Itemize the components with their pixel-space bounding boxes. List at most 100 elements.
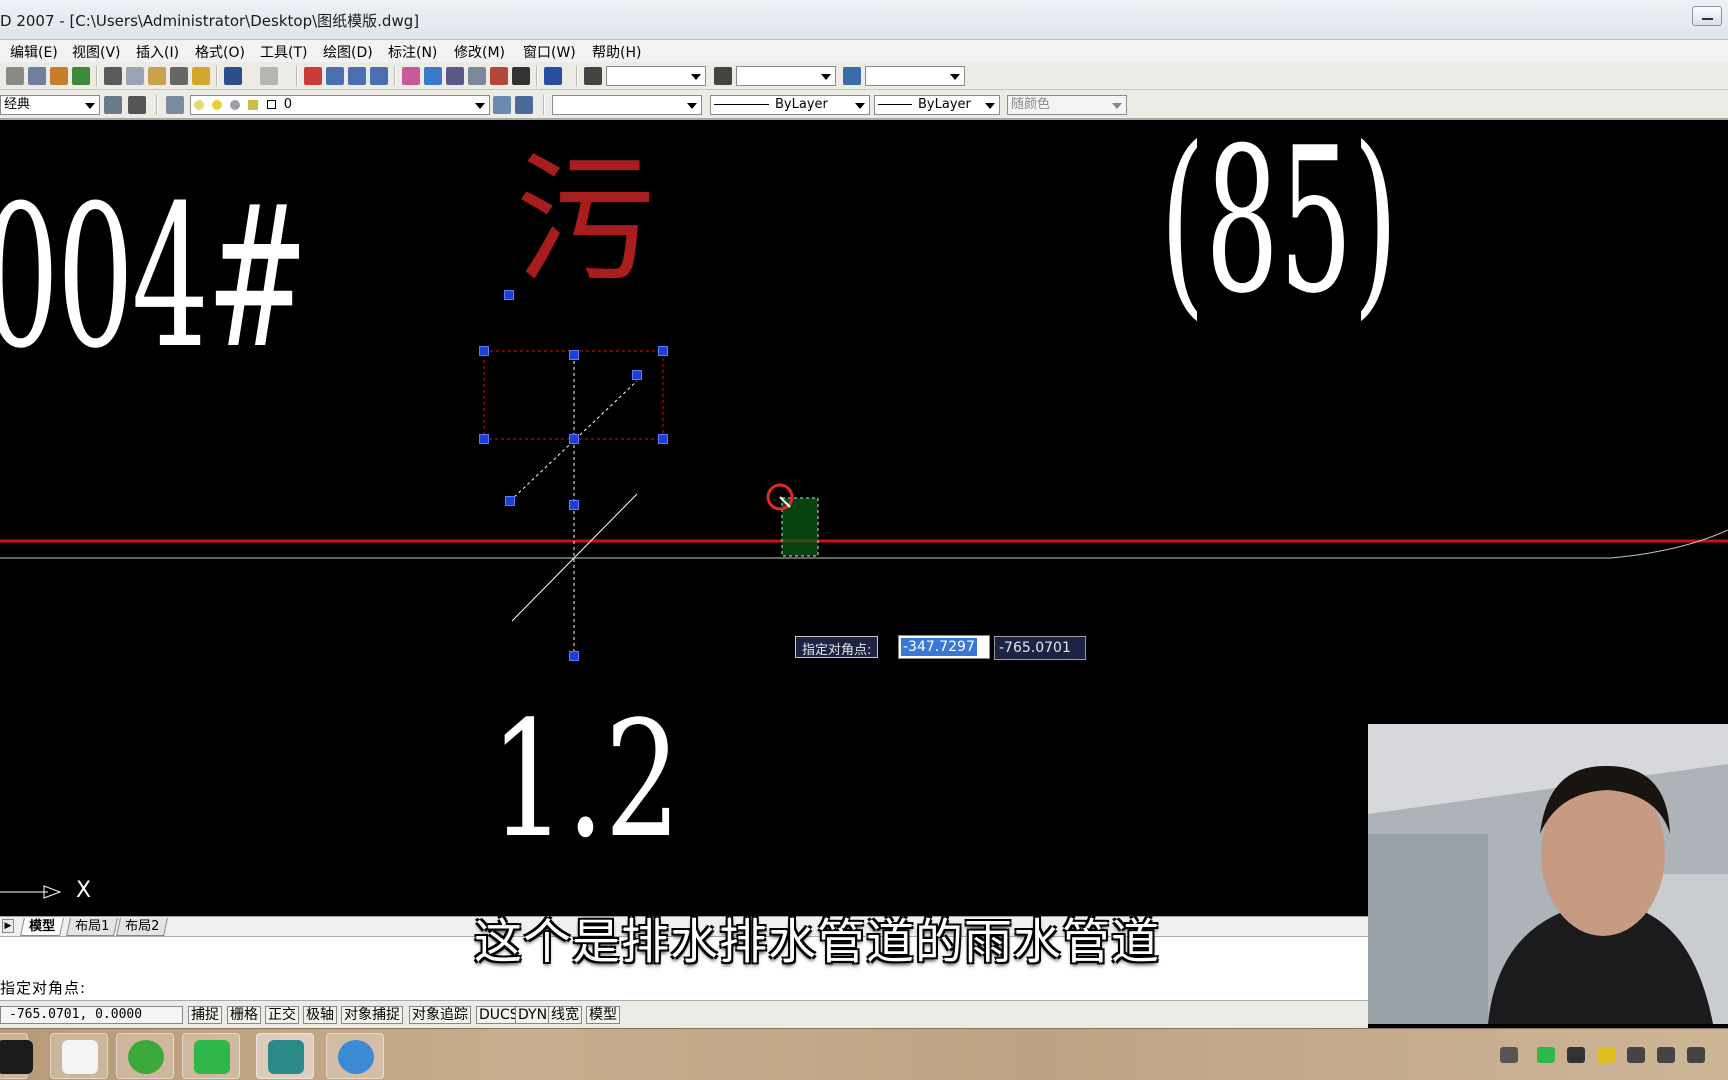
taskbar-browser-app[interactable] [326, 1033, 384, 1079]
taskbar-autocad[interactable] [256, 1033, 314, 1079]
menu-view[interactable]: 视图(V) [72, 42, 121, 62]
design-center-icon[interactable] [424, 67, 442, 85]
plotstyle-combo[interactable]: 随颜色 [1007, 95, 1127, 115]
calculator-icon[interactable] [512, 67, 530, 85]
help-icon[interactable] [544, 67, 562, 85]
zoom-previous-icon[interactable] [370, 67, 388, 85]
grip[interactable] [658, 346, 668, 356]
menu-insert[interactable]: 插入(I) [136, 42, 179, 62]
block-editor-icon[interactable] [192, 67, 210, 85]
match-properties-icon[interactable] [170, 67, 188, 85]
text-style-icon[interactable] [584, 67, 602, 85]
network-tray-icon[interactable] [1657, 1047, 1675, 1063]
usb-tray-icon[interactable] [1627, 1047, 1645, 1063]
sheet-set-icon[interactable] [468, 67, 486, 85]
grid-toggle[interactable]: 栅格 [227, 1006, 261, 1024]
layer-manager-icon[interactable] [166, 96, 184, 114]
menu-window[interactable]: 窗口(W) [523, 42, 576, 62]
menu-dimension[interactable]: 标注(N) [388, 42, 437, 62]
app-tray-icon[interactable] [1597, 1047, 1615, 1063]
dynamic-input-x[interactable]: -347.7297 [898, 635, 990, 659]
window-title: D 2007 - [C:\Users\Administrator\Desktop… [0, 12, 420, 30]
save-workspace-icon[interactable] [128, 96, 146, 114]
cut-icon[interactable] [104, 67, 122, 85]
menu-format[interactable]: 格式(O) [195, 42, 245, 62]
menu-edit[interactable]: 编辑(E) [10, 42, 58, 62]
zoom-realtime-icon[interactable] [326, 67, 344, 85]
toolbar-separator [536, 66, 538, 86]
dynamic-input-y[interactable]: -765.0701 [994, 636, 1086, 660]
menu-draw[interactable]: 绘图(D) [323, 42, 373, 62]
grip[interactable] [479, 346, 489, 356]
tab-layout2[interactable]: 布局2 [116, 918, 169, 936]
publish-icon[interactable] [50, 67, 68, 85]
otrack-toggle[interactable]: 对象追踪 [409, 1006, 471, 1024]
wechat-tray-icon[interactable] [1537, 1047, 1555, 1063]
lineweight-combo[interactable]: ByLayer [874, 95, 1000, 115]
camera-tray-icon[interactable] [1567, 1047, 1585, 1063]
color-combo[interactable] [552, 95, 702, 115]
make-current-layer-icon[interactable] [493, 96, 511, 114]
minimize-button[interactable] [1692, 6, 1722, 26]
grip[interactable] [504, 290, 514, 300]
taskbar-camera-app[interactable] [0, 1033, 33, 1079]
grip[interactable] [505, 496, 515, 506]
layer-thaw-icon [212, 99, 223, 110]
text-style-combo[interactable] [606, 66, 706, 86]
properties-icon[interactable] [402, 67, 420, 85]
grip[interactable] [658, 434, 668, 444]
grip[interactable] [632, 370, 642, 380]
undo-icon[interactable] [224, 67, 242, 85]
model-toggle[interactable]: 模型 [586, 1006, 620, 1024]
menu-tools[interactable]: 工具(T) [260, 42, 307, 62]
grip[interactable] [569, 651, 579, 661]
layer-lock-icon [248, 99, 259, 110]
linetype-combo[interactable]: ByLayer [710, 95, 870, 115]
markup-icon[interactable] [490, 67, 508, 85]
properties-toolbar: 经典 0 ByLayer ByLayer 随颜色 [0, 90, 1728, 120]
grip[interactable] [479, 434, 489, 444]
copy-icon[interactable] [126, 67, 144, 85]
tool-palettes-icon[interactable] [446, 67, 464, 85]
table-style-combo[interactable] [865, 66, 965, 86]
dim-style-icon[interactable] [714, 67, 732, 85]
layer-combo[interactable]: 0 [190, 95, 490, 115]
3d-dwf-icon[interactable] [72, 67, 90, 85]
workspace-settings-icon[interactable] [104, 96, 122, 114]
dyn-toggle[interactable]: DYN [515, 1006, 551, 1024]
tab-model[interactable]: 模型 [20, 918, 64, 936]
toolbar-separator [216, 66, 218, 86]
menu-modify[interactable]: 修改(M) [454, 42, 505, 62]
taskbar-baidu-netdisk[interactable] [50, 1033, 108, 1079]
workspace-combo[interactable]: 经典 [0, 95, 100, 115]
paste-icon[interactable] [148, 67, 166, 85]
menu-bar: 编辑(E) 视图(V) 插入(I) 格式(O) 工具(T) 绘图(D) 标注(N… [0, 40, 1728, 62]
lwt-toggle[interactable]: 线宽 [548, 1006, 582, 1024]
grip[interactable] [569, 350, 579, 360]
plot-preview-icon[interactable] [28, 67, 46, 85]
zoom-window-icon[interactable] [348, 67, 366, 85]
keyboard-tray-icon[interactable] [1500, 1047, 1518, 1063]
autocad-icon [268, 1040, 304, 1074]
table-style-icon[interactable] [843, 67, 861, 85]
menu-help[interactable]: 帮助(H) [592, 42, 641, 62]
layer-previous-icon[interactable] [515, 96, 533, 114]
volume-tray-icon[interactable] [1687, 1047, 1705, 1063]
snap-toggle[interactable]: 捕捉 [188, 1006, 222, 1024]
grip[interactable] [569, 434, 579, 444]
dim-style-combo[interactable] [736, 66, 836, 86]
polar-toggle[interactable]: 极轴 [303, 1006, 337, 1024]
ortho-toggle[interactable]: 正交 [265, 1006, 299, 1024]
tab-layout1[interactable]: 布局1 [66, 918, 119, 936]
coordinate-readout: -765.0701, 0.0000 [0, 1006, 183, 1024]
tab-nav-icon[interactable]: ▶ [2, 919, 14, 933]
grip[interactable] [569, 500, 579, 510]
plot-icon[interactable] [6, 67, 24, 85]
toolbar-separator [394, 66, 396, 86]
taskbar-wechat[interactable] [182, 1033, 240, 1079]
standard-toolbar [0, 62, 1728, 90]
pan-icon[interactable] [304, 67, 322, 85]
taskbar-ie-browser[interactable] [116, 1033, 174, 1079]
osnap-toggle[interactable]: 对象捕捉 [341, 1006, 403, 1024]
redo-icon[interactable] [260, 67, 278, 85]
